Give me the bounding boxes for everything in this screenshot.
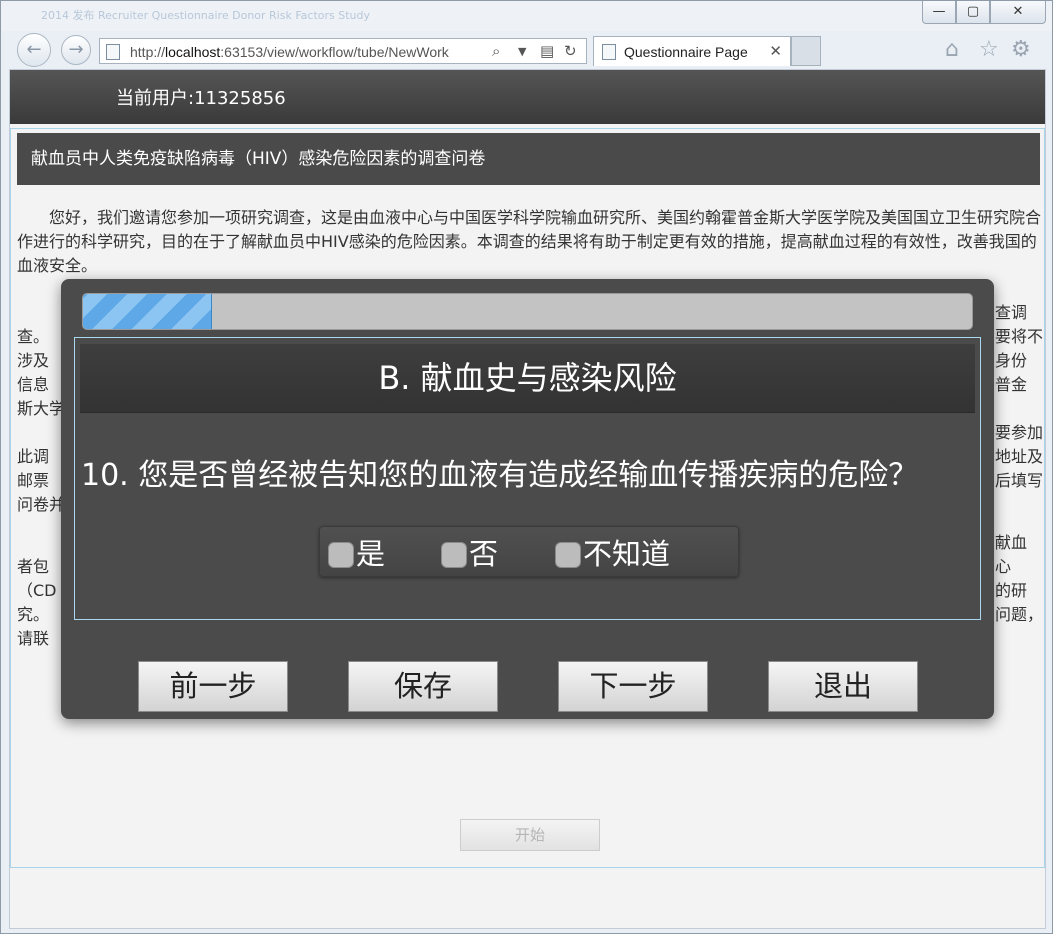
url-host: localhost xyxy=(165,44,221,60)
option-yes[interactable]: 是 xyxy=(328,531,385,573)
question-text: 10. 您是否曾经被告知您的血液有造成经输血传播疾病的危险？ xyxy=(81,450,918,494)
option-unknown[interactable]: 不知道 xyxy=(555,531,670,573)
bg-text-right: 查调 xyxy=(995,303,1028,322)
option-no[interactable]: 否 xyxy=(441,531,498,573)
address-url[interactable]: http://localhost:63153/view/workflow/tub… xyxy=(130,44,482,60)
new-tab-button[interactable] xyxy=(791,36,821,66)
browser-window: 2014 发布 Recruiter Questionnaire Donor Ri… xyxy=(0,0,1053,934)
bg-text-right: 问题， xyxy=(995,605,1044,624)
bg-text-left: 信息 xyxy=(17,375,50,394)
checkbox[interactable] xyxy=(555,542,581,568)
bg-text-left: 斯大学 xyxy=(17,399,66,418)
answer-options: 是 否 不知道 xyxy=(319,526,739,577)
url-path: :63153/view/workflow/tube/NewWork xyxy=(220,44,449,60)
option-label: 不知道 xyxy=(583,537,671,571)
bg-text-right: 地址及 xyxy=(995,447,1044,466)
option-label: 是 xyxy=(356,537,386,571)
section-title: B. 献血史与感染风险 xyxy=(80,344,975,413)
url-prefix: http:// xyxy=(130,44,166,60)
close-window-button[interactable]: ✕ xyxy=(990,1,1046,24)
previous-button[interactable]: 前一步 xyxy=(138,661,288,712)
dropdown-icon[interactable]: ▼ xyxy=(518,45,526,58)
start-button[interactable]: 开始 xyxy=(460,819,600,851)
progress-fill xyxy=(83,294,212,329)
bg-text-right: 心 xyxy=(995,557,1012,576)
checkbox[interactable] xyxy=(441,542,467,568)
address-bar[interactable]: http://localhost:63153/view/workflow/tub… xyxy=(99,38,587,64)
settings-gear-icon[interactable]: ⚙ xyxy=(1011,37,1031,62)
checkbox[interactable] xyxy=(328,542,354,568)
app-header: 当前用户:11325856 xyxy=(10,70,1045,124)
tab-page-icon xyxy=(602,44,616,60)
window-title: 2014 发布 Recruiter Questionnaire Donor Ri… xyxy=(41,9,370,22)
tab-questionnaire[interactable]: Questionnaire Page ✕ xyxy=(593,36,791,66)
window-controls: — ▢ ✕ xyxy=(922,1,1046,25)
current-user-label: 当前用户: xyxy=(116,88,195,109)
questionnaire-title: 献血员中人类免疫缺陷病毒（HIV）感染危险因素的调查问卷 xyxy=(17,133,1040,185)
question-modal: B. 献血史与感染风险 10. 您是否曾经被告知您的血液有造成经输血传播疾病的危… xyxy=(61,279,994,719)
bg-text-right: 要参加 xyxy=(995,423,1044,442)
back-button[interactable]: ← xyxy=(17,33,51,67)
tab-close-icon[interactable]: ✕ xyxy=(769,42,782,60)
bg-text-left: 问卷并 xyxy=(17,495,66,514)
progress-bar xyxy=(82,293,973,330)
question-number: 10. xyxy=(81,458,129,493)
bg-text-right: 后填写 xyxy=(995,471,1044,490)
bg-text-right: 要将不 xyxy=(995,327,1044,346)
bg-text-left: 查。 xyxy=(17,327,50,346)
bg-text-left: 请联 xyxy=(17,629,50,648)
bg-text-left: 邮票 xyxy=(17,471,50,490)
forward-button[interactable]: → xyxy=(61,35,91,65)
question-body: 您是否曾经被告知您的血液有造成经输血传播疾病的危险？ xyxy=(138,458,919,493)
refresh-icon[interactable]: ↻ xyxy=(564,42,577,60)
option-label: 否 xyxy=(469,537,499,571)
save-button[interactable]: 保存 xyxy=(348,661,498,712)
bg-text-right: 身份 xyxy=(995,351,1028,370)
bg-text-left: 涉及 xyxy=(17,351,50,370)
tab-label: Questionnaire Page xyxy=(624,44,748,60)
search-icon[interactable]: ⌕ xyxy=(492,42,500,60)
current-user-id: 11325856 xyxy=(194,88,286,109)
maximize-button[interactable]: ▢ xyxy=(956,1,990,24)
exit-button[interactable]: 退出 xyxy=(768,661,918,712)
bg-text-right: 的研 xyxy=(995,581,1028,600)
bg-text-right: 献血 xyxy=(995,533,1028,552)
title-bar: 2014 发布 Recruiter Questionnaire Donor Ri… xyxy=(1,1,1052,31)
next-button[interactable]: 下一步 xyxy=(558,661,708,712)
compatibility-view-icon[interactable]: ▤ xyxy=(540,42,554,60)
back-arrow-icon: ← xyxy=(26,39,42,60)
navigation-bar: ← → http://localhost:63153/view/workflow… xyxy=(1,31,1052,71)
bg-text-left: 者包 xyxy=(17,557,50,576)
current-user: 当前用户:11325856 xyxy=(116,84,286,110)
bg-text-right: 普金 xyxy=(995,375,1028,394)
bg-text-left: （CD xyxy=(17,581,57,600)
favorites-star-icon[interactable]: ☆ xyxy=(979,37,999,62)
home-icon[interactable]: ⌂ xyxy=(945,37,959,62)
bg-text-left: 究。 xyxy=(17,605,50,624)
minimize-button[interactable]: — xyxy=(922,1,956,24)
question-panel: B. 献血史与感染风险 10. 您是否曾经被告知您的血液有造成经输血传播疾病的危… xyxy=(74,337,981,620)
bg-text-left: 此调 xyxy=(17,447,50,466)
intro-paragraph: 您好，我们邀请您参加一项研究调查，这是由血液中心与中国医学科学院输血研究所、美国… xyxy=(17,208,1042,275)
forward-arrow-icon: → xyxy=(68,39,84,60)
page-icon xyxy=(106,44,120,60)
